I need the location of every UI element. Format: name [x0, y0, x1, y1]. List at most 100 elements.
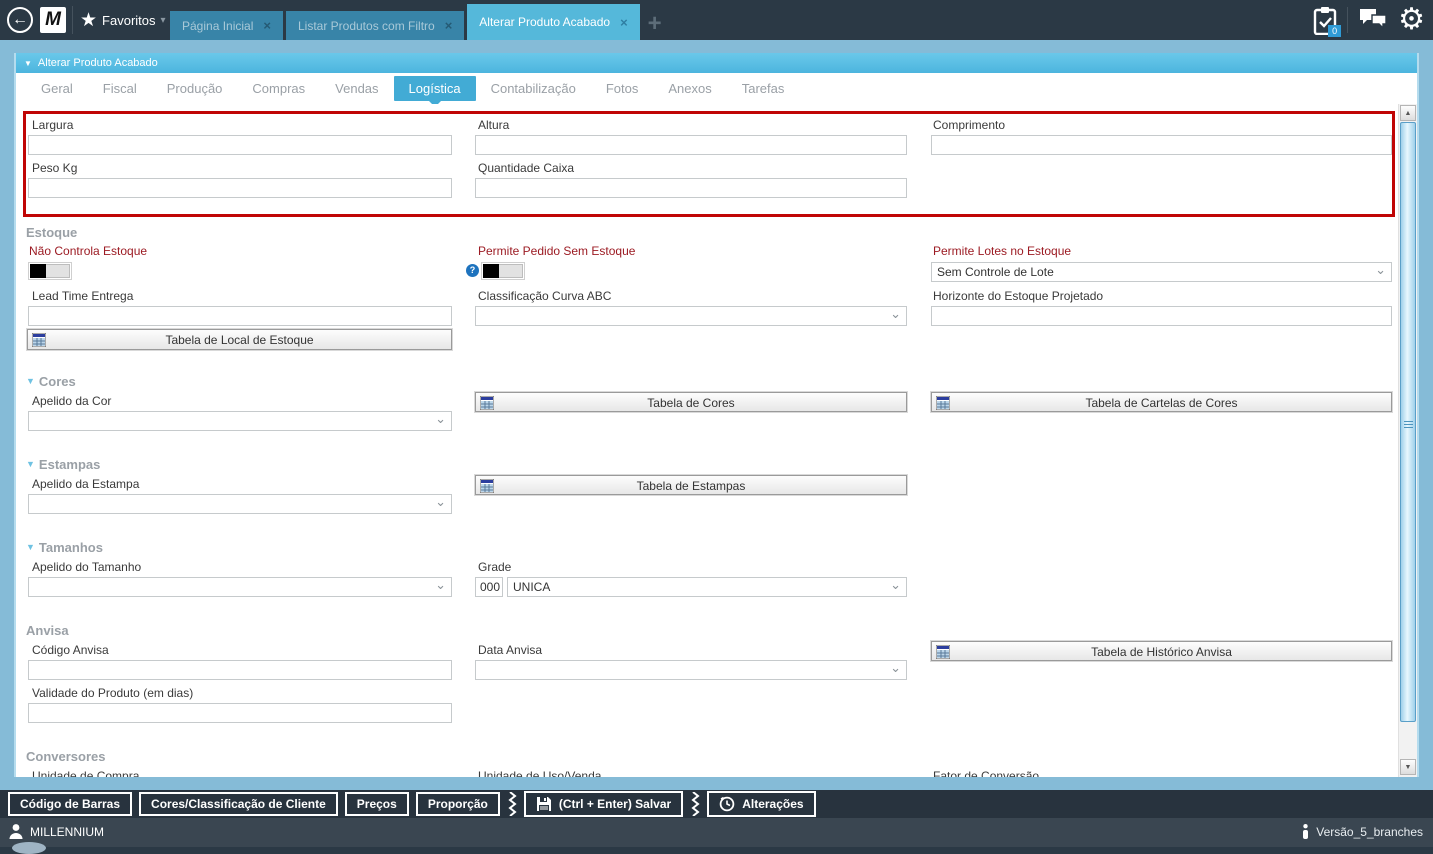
permite-pedido-toggle[interactable]: [481, 262, 525, 280]
window-titlebar[interactable]: ▼ Alterar Produto Acabado: [16, 53, 1417, 73]
apelido-estampa-label: Apelido da Estampa: [32, 477, 139, 491]
navbar-divider: [72, 6, 73, 34]
toggle-knob: [30, 264, 46, 278]
new-tab-button[interactable]: +: [643, 11, 667, 40]
tabela-historico-anvisa-button[interactable]: Tabela de Histórico Anvisa: [931, 641, 1392, 661]
button-label: Código de Barras: [20, 797, 120, 811]
back-arrow-icon[interactable]: ←: [7, 7, 33, 33]
codigo-anvisa-label: Código Anvisa: [32, 643, 109, 657]
help-icon[interactable]: ?: [466, 264, 479, 277]
horizonte-input[interactable]: [931, 306, 1392, 326]
close-icon[interactable]: ×: [620, 15, 628, 30]
gear-icon[interactable]: ⚙: [1398, 2, 1425, 38]
data-anvisa-label: Data Anvisa: [478, 643, 542, 657]
version-label: Versão_5_branches: [1316, 825, 1423, 839]
button-label: Tabela de Estampas: [476, 479, 906, 493]
tab-fiscal[interactable]: Fiscal: [88, 76, 152, 101]
top-navbar: ← M ★ Favoritos ▾ Página Inicial × Lista…: [0, 0, 1433, 40]
anvisa-section-title: Anvisa: [26, 623, 69, 638]
tab-anexos[interactable]: Anexos: [653, 76, 726, 101]
codigo-anvisa-input[interactable]: [28, 660, 452, 680]
button-label: Alterações: [742, 797, 803, 811]
proporcao-button[interactable]: Proporção: [416, 792, 500, 816]
peso-kg-input[interactable]: [28, 178, 452, 198]
collapse-arrow-icon: ▼: [24, 59, 32, 68]
tasks-clipboard-icon[interactable]: 0: [1313, 6, 1337, 35]
curva-abc-select[interactable]: ⌄: [475, 306, 907, 326]
altura-input[interactable]: [475, 135, 907, 155]
close-icon[interactable]: ×: [263, 18, 271, 33]
cores-classificacao-button[interactable]: Cores/Classificação de Cliente: [139, 792, 338, 816]
grade-code-field[interactable]: 000: [475, 577, 503, 597]
close-icon[interactable]: ×: [445, 18, 453, 33]
tabela-estampas-button[interactable]: Tabela de Estampas: [475, 475, 907, 495]
tab-pagina-inicial[interactable]: Página Inicial ×: [170, 11, 283, 40]
scroll-up-button[interactable]: ▲: [1400, 105, 1416, 121]
tab-alterar-produto[interactable]: Alterar Produto Acabado ×: [467, 4, 639, 40]
tabela-cartelas-cores-button[interactable]: Tabela de Cartelas de Cores: [931, 392, 1392, 412]
data-anvisa-select[interactable]: ⌄: [475, 660, 907, 680]
precos-button[interactable]: Preços: [345, 792, 409, 816]
permite-lotes-label: Permite Lotes no Estoque: [933, 244, 1071, 258]
tamanhos-section-title[interactable]: ▼Tamanhos: [26, 540, 103, 555]
apelido-cor-select[interactable]: ⌄: [28, 411, 452, 431]
favorites-menu[interactable]: ★ Favoritos ▾: [80, 0, 166, 40]
user-icon: [8, 823, 24, 840]
navbar-actions: 0 ⚙: [1313, 0, 1425, 40]
lead-time-input[interactable]: [28, 306, 452, 326]
chevron-down-icon: ⌄: [1375, 262, 1386, 278]
tab-contabilizacao[interactable]: Contabilização: [476, 76, 591, 101]
tabela-local-estoque-button[interactable]: Tabela de Local de Estoque: [27, 329, 452, 350]
curva-abc-label: Classificação Curva ABC: [478, 289, 611, 303]
millennium-logo[interactable]: M: [40, 7, 66, 33]
nao-controla-estoque-toggle[interactable]: [28, 262, 72, 280]
window-frame: ▼ Alterar Produto Acabado Geral Fiscal P…: [0, 40, 1433, 790]
vertical-scrollbar[interactable]: ▲ ▼: [1398, 104, 1417, 777]
tab-vendas[interactable]: Vendas: [320, 76, 393, 101]
scrollbar-thumb[interactable]: [1400, 122, 1416, 722]
chevron-down-icon: ▾: [161, 15, 166, 26]
selected-value: Sem Controle de Lote: [937, 265, 1054, 279]
salvar-button[interactable]: (Ctrl + Enter) Salvar: [524, 791, 683, 817]
tab-fotos[interactable]: Fotos: [591, 76, 654, 101]
comprimento-input[interactable]: [931, 135, 1392, 155]
navbar-divider: [1347, 7, 1348, 33]
tab-compras[interactable]: Compras: [237, 76, 320, 101]
chevron-down-icon: ⌄: [890, 660, 901, 676]
chevron-down-icon: ⌄: [890, 306, 901, 322]
zigzag-separator: [690, 792, 700, 816]
tab-geral[interactable]: Geral: [26, 76, 88, 101]
button-label: Tabela de Cores: [476, 396, 906, 410]
quantidade-caixa-input[interactable]: [475, 178, 907, 198]
tab-listar-produtos[interactable]: Listar Produtos com Filtro ×: [286, 11, 464, 40]
cores-section-title[interactable]: ▼Cores: [26, 374, 76, 389]
logged-user: MILLENNIUM: [8, 823, 104, 840]
form-tab-bar: Geral Fiscal Produção Compras Vendas Log…: [16, 73, 1417, 104]
grade-select[interactable]: UNICA ⌄: [507, 577, 907, 597]
tabela-cores-button[interactable]: Tabela de Cores: [475, 392, 907, 412]
tab-label: Listar Produtos com Filtro: [298, 19, 435, 33]
alteracoes-button[interactable]: Alterações: [707, 791, 815, 817]
validade-produto-input[interactable]: [28, 703, 452, 723]
apelido-tamanho-select[interactable]: ⌄: [28, 577, 452, 597]
notification-blob: [12, 842, 46, 854]
permite-pedido-sem-estoque-label: Permite Pedido Sem Estoque: [478, 244, 635, 258]
horizonte-label: Horizonte do Estoque Projetado: [933, 289, 1103, 303]
tab-logistica[interactable]: Logística: [394, 76, 476, 101]
chat-bubbles-icon[interactable]: [1358, 6, 1388, 35]
chevron-down-icon: ⌄: [435, 411, 446, 427]
tab-producao[interactable]: Produção: [152, 76, 238, 101]
permite-lotes-select[interactable]: Sem Controle de Lote ⌄: [931, 262, 1392, 282]
scrollbar-grip: [1404, 421, 1413, 429]
apelido-estampa-select[interactable]: ⌄: [28, 494, 452, 514]
estampas-section-title[interactable]: ▼Estampas: [26, 457, 100, 472]
tab-label: Alterar Produto Acabado: [479, 15, 610, 29]
codigo-de-barras-button[interactable]: Código de Barras: [8, 792, 132, 816]
scroll-down-button[interactable]: ▼: [1400, 759, 1416, 775]
user-name: MILLENNIUM: [30, 825, 104, 839]
bottom-toolbar: Código de Barras Cores/Classificação de …: [0, 790, 1433, 818]
chevron-down-icon: ⌄: [890, 577, 901, 593]
toggle-knob: [483, 264, 499, 278]
tab-tarefas[interactable]: Tarefas: [727, 76, 800, 101]
largura-input[interactable]: [28, 135, 452, 155]
